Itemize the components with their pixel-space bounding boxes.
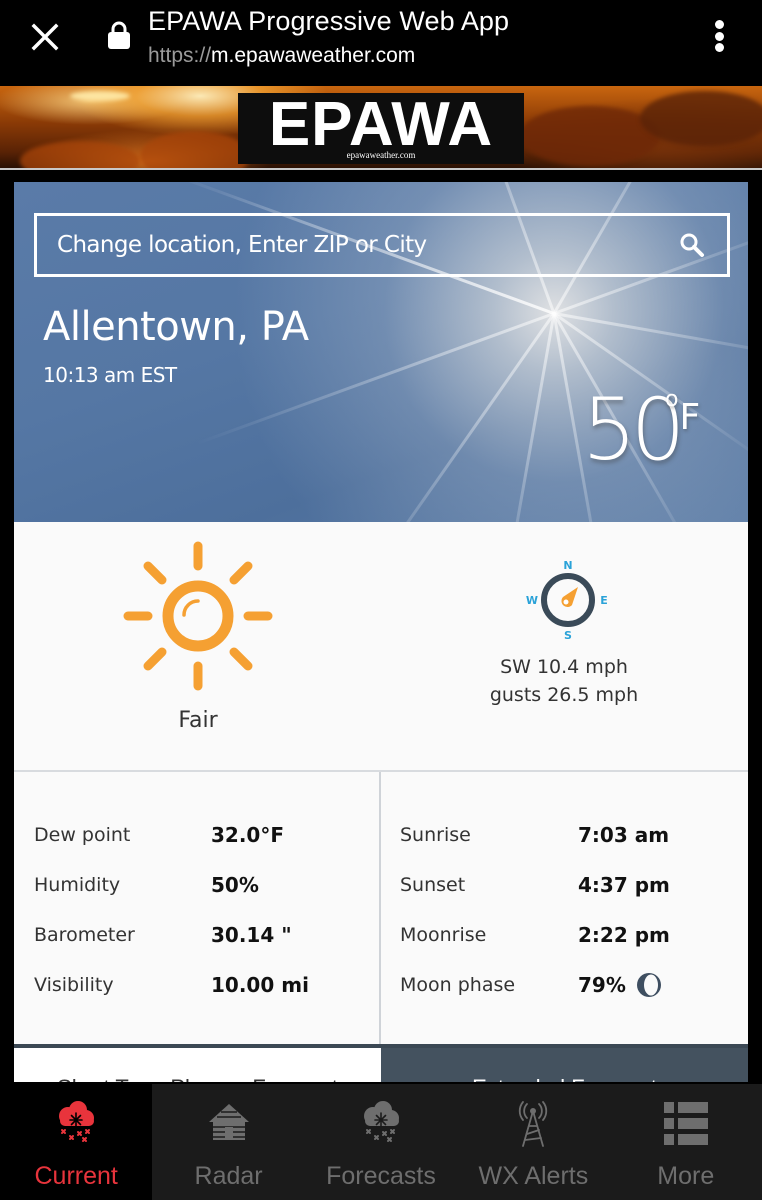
nav-item-radar[interactable]: Radar — [152, 1084, 304, 1200]
search-icon[interactable] — [679, 232, 705, 258]
hero-section: Change location, Enter ZIP or City Allen… — [14, 182, 748, 522]
compass-n: N — [563, 559, 572, 572]
url-scheme: https:// — [148, 44, 212, 67]
sun-icon — [123, 541, 273, 691]
nav-item-wx-alerts[interactable]: WX Alerts — [457, 1084, 609, 1200]
details-grid: Dew point 32.0°F Humidity 50% Barometer … — [14, 772, 748, 1050]
radio-tower-icon — [519, 1101, 548, 1147]
detail-row-sunrise: Sunrise 7:03 am — [400, 823, 670, 847]
tab-extended-forecast[interactable]: Extended Forecast — [381, 1048, 748, 1082]
compass-e: E — [600, 594, 608, 607]
url-host: m.epawaweather.com — [211, 44, 416, 67]
epawa-logo[interactable]: EPAWA epawaweather.com — [238, 93, 524, 164]
details-left-column: Dew point 32.0°F Humidity 50% Barometer … — [14, 772, 381, 1050]
condition-label: Fair — [178, 708, 218, 733]
nav-item-more[interactable]: More — [610, 1084, 762, 1200]
list-icon — [663, 1102, 708, 1145]
wind-speed: SW 10.4 mph — [500, 656, 628, 678]
nav-item-forecasts[interactable]: Forecasts — [305, 1084, 457, 1200]
current-conditions-card: Change location, Enter ZIP or City Allen… — [14, 182, 748, 1082]
details-right-column: Sunrise 7:03 am Sunset 4:37 pm Moonrise … — [381, 772, 748, 1050]
tab-short-term-forecast[interactable]: Short Term Planner Forecast — [14, 1048, 381, 1082]
cabin-icon — [208, 1104, 249, 1140]
detail-row-sunset: Sunset 4:37 pm — [400, 873, 670, 897]
compass-icon: N S W E — [526, 559, 608, 640]
browser-toolbar: EPAWA Progressive Web App https://m.epaw… — [0, 0, 762, 86]
detail-row-moon-phase: Moon phase 79% — [381, 960, 748, 1010]
search-placeholder: Change location, Enter ZIP or City — [57, 232, 427, 258]
location-name: Allentown, PA — [43, 304, 309, 350]
detail-row-dew-point: Dew point 32.0°F — [34, 823, 285, 847]
conditions-summary: Fair N S W E SW 10.4 mph gusts 26.5 mph — [14, 522, 748, 772]
url-display[interactable]: https://m.epawaweather.com — [148, 44, 415, 68]
lock-icon — [108, 21, 130, 49]
observation-time: 10:13 am EST — [43, 363, 177, 387]
overflow-menu-button[interactable] — [706, 18, 732, 54]
more-vert-icon — [714, 20, 724, 29]
detail-row-moonrise: Moonrise 2:22 pm — [400, 923, 670, 947]
location-search-input[interactable]: Change location, Enter ZIP or City — [34, 213, 730, 277]
close-icon — [31, 23, 59, 51]
logo-text: EPAWA — [268, 90, 494, 159]
wind-gusts: gusts 26.5 mph — [489, 684, 639, 706]
detail-row-visibility: Visibility 10.00 mi — [34, 973, 309, 997]
snow-cloud-icon — [363, 1101, 399, 1142]
logo-subtext: epawaweather.com — [346, 150, 416, 160]
moon-phase-icon — [636, 973, 661, 997]
detail-row-humidity: Humidity 50% — [34, 873, 259, 897]
page-title: EPAWA Progressive Web App — [148, 6, 510, 36]
compass-s: S — [564, 629, 572, 640]
bottom-navigation: Current Radar Forecasts WX Alerts More — [0, 1084, 762, 1200]
compass-w: W — [526, 594, 538, 607]
close-button[interactable] — [26, 18, 64, 56]
snow-cloud-icon — [59, 1101, 95, 1142]
temperature-unit: oF — [665, 387, 701, 438]
nav-item-current[interactable]: Current — [0, 1084, 153, 1200]
detail-row-barometer: Barometer 30.14 " — [34, 923, 292, 947]
